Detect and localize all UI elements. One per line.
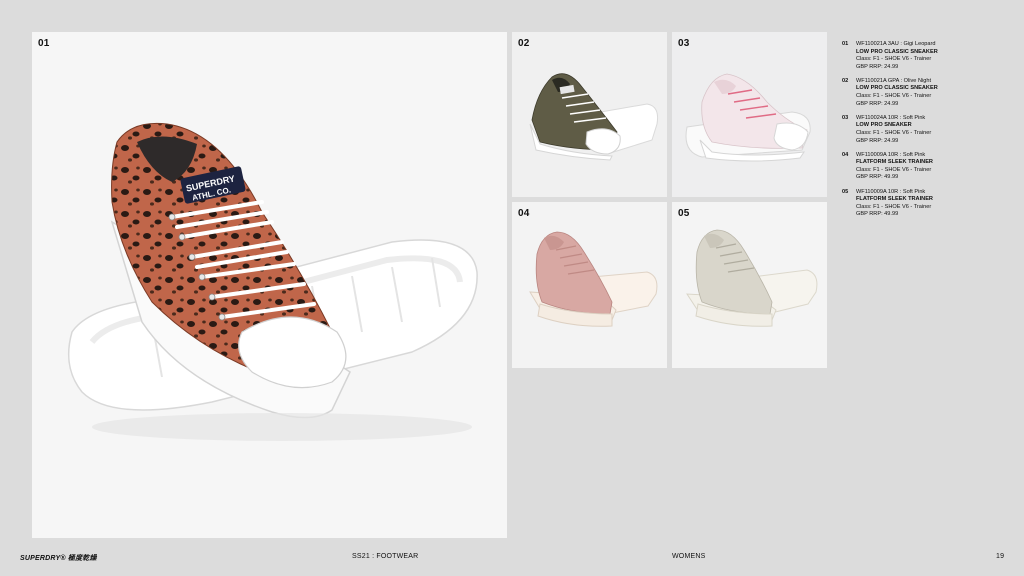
panel-number: 01 <box>38 38 50 49</box>
product-number: 01 <box>842 41 849 47</box>
footer-category: WOMENS <box>672 553 706 560</box>
product-image-03: 03 <box>672 32 827 197</box>
product-name: LOW PRO CLASSIC SNEAKER <box>856 48 938 55</box>
product-info-item: 02 WF110021A GPA : Olive Night LOW PRO C… <box>842 78 1017 108</box>
product-info-item: 05 WF110009A 10R : Soft Pink FLATFORM SL… <box>842 189 1017 219</box>
product-name: LOW PRO SNEAKER <box>856 122 912 129</box>
product-class: Class: F1 - SHOE V6 - Trainer <box>856 203 932 210</box>
product-info-item: 01 WF110021A 3AU : Gigi Leopard LOW PRO … <box>842 41 1017 71</box>
olive-sneaker-photo <box>529 73 658 161</box>
product-code: WF110009A 10R : Soft Pink <box>856 151 926 158</box>
product-name: FLATFORM SLEEK TRAINER <box>856 196 933 203</box>
product-image-01: SUPERDRY ATHL. CO. 01 <box>32 32 507 538</box>
product-class: Class: F1 - SHOE V6 - Trainer <box>856 166 932 173</box>
product-info-list: 01 WF110021A 3AU : Gigi Leopard LOW PRO … <box>842 41 1017 225</box>
product-class: Class: F1 - SHOE V6 - Trainer <box>856 129 932 136</box>
product-info-item: 04 WF110009A 10R : Soft Pink FLATFORM SL… <box>842 152 1017 182</box>
product-code: WF110021A 3AU : Gigi Leopard <box>856 41 936 47</box>
leopard-sneaker-photo: SUPERDRY ATHL. CO. <box>67 122 478 441</box>
footer-section: SS21 : FOOTWEAR <box>352 553 419 560</box>
panel-number: 05 <box>678 208 690 219</box>
stone-flatform-sneaker-photo <box>686 229 818 327</box>
pink-flatform-sneaker-photo <box>529 231 658 327</box>
product-number: 05 <box>842 188 849 195</box>
product-info-item: 03 WF110024A 10R : Soft Pink LOW PRO SNE… <box>842 115 1017 145</box>
product-image-02: 02 <box>512 32 667 197</box>
product-number: 02 <box>842 77 849 84</box>
product-code: WF110009A 10R : Soft Pink <box>856 188 926 195</box>
soft-pink-sneaker-photo <box>685 73 811 162</box>
product-code: WF110024A 10R : Soft Pink <box>856 114 926 121</box>
brand-logo: SUPERDRY® 極度乾燥 <box>20 555 97 562</box>
panel-number: 04 <box>518 208 530 219</box>
product-name: FLATFORM SLEEK TRAINER <box>856 159 933 166</box>
product-image-05: 05 <box>672 202 827 368</box>
panel-number: 03 <box>678 38 690 49</box>
panel-number: 02 <box>518 38 530 49</box>
product-price: GBP RRP: 24.99 <box>856 63 899 70</box>
product-price: GBP RRP: 49.99 <box>856 211 899 218</box>
product-name: LOW PRO CLASSIC SNEAKER <box>856 85 938 92</box>
page-number: 19 <box>996 553 1005 560</box>
product-class: Class: F1 - SHOE V6 - Trainer <box>856 56 932 63</box>
product-price: GBP RRP: 24.99 <box>856 100 899 107</box>
product-price: GBP RRP: 24.99 <box>856 137 899 144</box>
product-price: GBP RRP: 49.99 <box>856 174 899 181</box>
product-number: 04 <box>842 151 849 158</box>
product-image-04: 04 <box>512 202 667 368</box>
product-class: Class: F1 - SHOE V6 - Trainer <box>856 93 932 100</box>
product-number: 03 <box>842 114 849 121</box>
product-code: WF110021A GPA : Olive Night <box>856 77 932 84</box>
